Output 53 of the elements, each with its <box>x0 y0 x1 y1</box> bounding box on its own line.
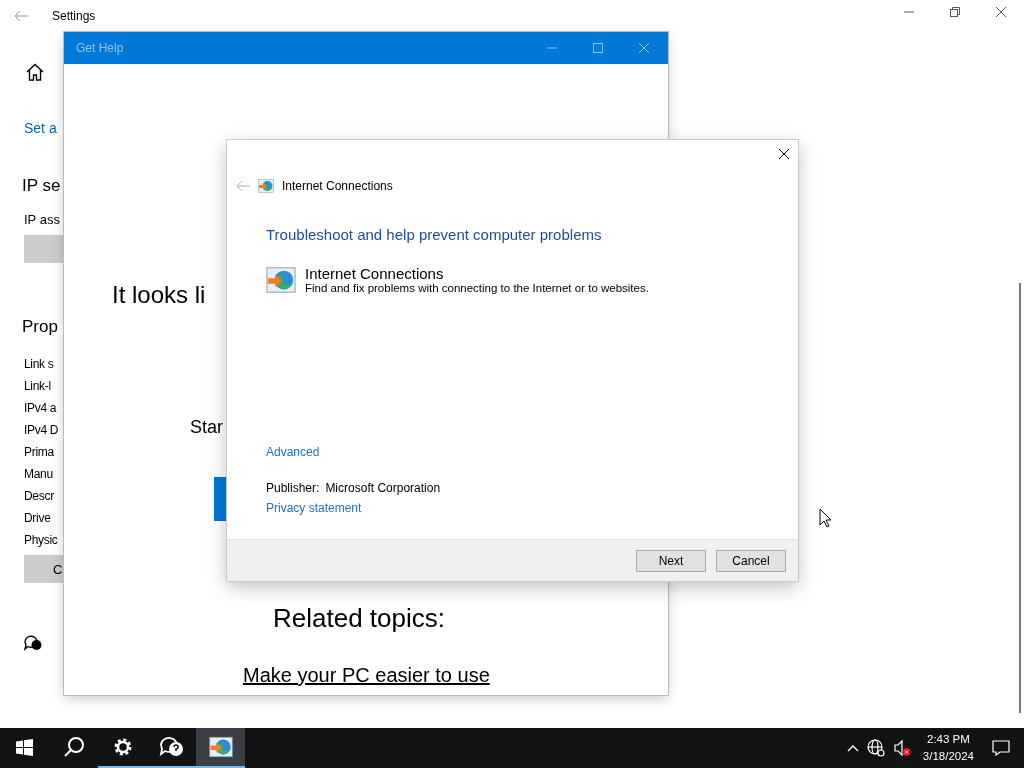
field-label: IP ass <box>24 212 60 227</box>
taskbar-button[interactable] <box>196 728 245 768</box>
notification-icon[interactable] <box>992 740 1010 756</box>
property-label: Link-l <box>24 379 52 393</box>
property-label: Link s <box>24 357 55 371</box>
section-heading: IP se <box>22 176 61 196</box>
feedback-icon[interactable] <box>24 635 42 651</box>
scrollbar[interactable] <box>1019 283 1021 713</box>
close-icon[interactable] <box>995 6 1007 18</box>
clock[interactable]: 2:43 PM 3/18/2024 <box>922 731 974 765</box>
speaker-muted-icon[interactable] <box>892 739 911 757</box>
property-label: IPv4 a <box>24 401 58 415</box>
gear-icon <box>112 737 133 757</box>
cancel-button[interactable]: Cancel <box>716 549 786 572</box>
chevron-up-icon[interactable] <box>846 744 859 752</box>
search-icon <box>62 736 85 758</box>
chat-help-icon <box>158 736 185 758</box>
advanced-link[interactable]: Advanced <box>266 445 798 459</box>
clock-date: 3/18/2024 <box>922 749 974 764</box>
item-title: Internet Connections <box>305 265 445 282</box>
copy-button[interactable]: C <box>24 555 64 583</box>
close-icon[interactable] <box>778 148 790 160</box>
publisher-name: Microsoft Corporation <box>325 481 441 495</box>
body-text: Star <box>190 417 223 438</box>
dialog-heading: Troubleshoot and help prevent computer problems <box>266 226 603 243</box>
windows-logo-icon <box>16 738 33 756</box>
back-arrow-icon[interactable] <box>14 10 28 22</box>
troubleshooter-icon <box>266 265 296 295</box>
privacy-link[interactable]: Privacy statement <box>266 501 798 515</box>
property-label: Manu <box>24 467 54 481</box>
home-icon[interactable] <box>26 63 44 81</box>
next-button[interactable]: Next <box>636 549 706 572</box>
related-link[interactable]: Make your PC easier to use <box>243 664 490 687</box>
publisher-label: Publisher: <box>266 481 320 495</box>
section-heading: Related topics: <box>273 603 445 634</box>
clock-time: 2:43 PM <box>927 732 970 747</box>
property-label: Descr <box>24 489 55 503</box>
dialog-title: Internet Connections <box>282 179 393 193</box>
property-label: IPv4 D <box>24 423 59 437</box>
property-label: Prima <box>24 445 55 459</box>
property-label: Physic <box>24 533 59 547</box>
property-label: Drive <box>24 511 52 525</box>
item-description: Find and fix problems with connecting to the Internet or to websites. <box>305 282 649 294</box>
window-title: Get Help <box>76 41 124 55</box>
troubleshooter-icon <box>258 178 274 194</box>
troubleshooter-icon <box>208 735 233 759</box>
window-title: Settings <box>52 9 96 23</box>
section-heading: Prop <box>22 317 58 337</box>
link[interactable]: Set a <box>24 120 57 136</box>
headline: It looks li <box>112 281 206 309</box>
network-globe-icon[interactable] <box>866 739 885 757</box>
restore-icon[interactable] <box>949 6 961 18</box>
cursor-icon <box>819 508 832 528</box>
